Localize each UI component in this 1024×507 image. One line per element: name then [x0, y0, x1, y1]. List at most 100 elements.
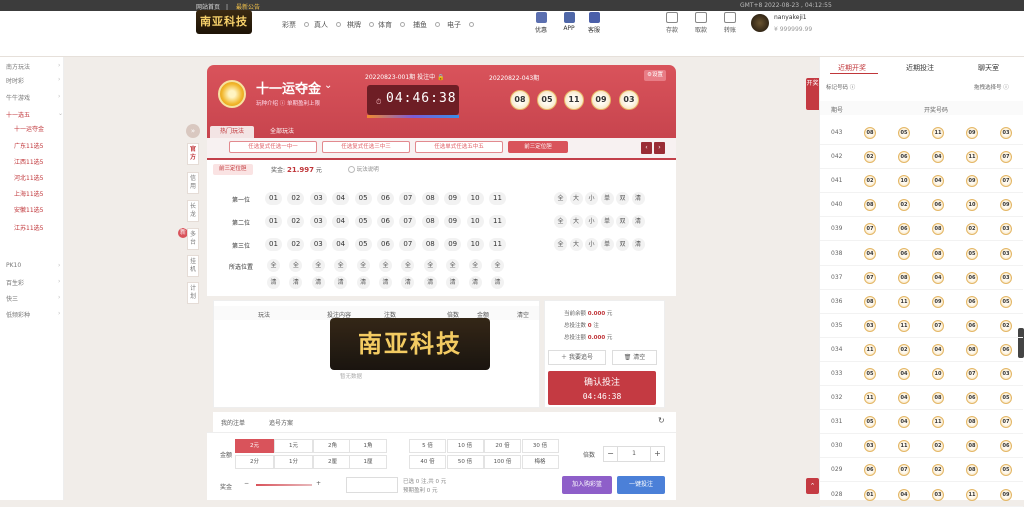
number-ball[interactable]: 07 — [399, 215, 417, 228]
number-ball[interactable]: 06 — [377, 192, 394, 205]
sidebar-item-11[interactable]: PK10 › — [6, 262, 60, 269]
sidebar-item-2[interactable]: 牛牛游戏 › — [6, 93, 60, 102]
logo[interactable]: 南亚科技 — [196, 10, 252, 34]
number-ball[interactable]: 05 — [354, 192, 372, 205]
add-to-cart-button[interactable]: 加入购彩篮 — [562, 476, 612, 494]
position-all-2[interactable]: 全 — [311, 259, 325, 272]
multiplier-option-4[interactable]: 40 倍 — [409, 455, 446, 469]
unit-option-7[interactable]: 1厘 — [349, 455, 387, 469]
quick-select-0[interactable]: 全 — [554, 215, 567, 228]
sidebar-item-14[interactable]: 低频彩种 › — [6, 310, 60, 319]
number-ball[interactable]: 06 — [377, 238, 394, 251]
unit-option-1[interactable]: 1元 — [274, 439, 313, 453]
position-all-0[interactable]: 全 — [267, 259, 280, 272]
nav-item-2[interactable]: 棋牌 — [347, 20, 361, 30]
unit-option-6[interactable]: 2厘 — [313, 455, 352, 469]
collapse-icon[interactable]: » — [186, 124, 200, 138]
cart-col-5[interactable]: 清空 — [517, 310, 529, 319]
multiplier-option-5[interactable]: 50 倍 — [446, 455, 484, 469]
position-clear-2[interactable]: 清 — [311, 276, 325, 289]
position-clear-9[interactable]: 清 — [468, 276, 482, 289]
tab-chase-plan[interactable]: 追号方案 — [269, 418, 293, 427]
unit-option-2[interactable]: 2角 — [313, 439, 352, 453]
chevron-down-icon[interactable]: ⌄ — [324, 80, 332, 91]
vtab-4[interactable]: 挂机 — [187, 255, 199, 277]
confirm-bet-button[interactable]: 确认投注 04:46:38 — [548, 371, 656, 405]
subtab-4[interactable]: 前三定位胆 — [508, 141, 568, 153]
wallet-transfer-button[interactable]: 转账 — [720, 12, 740, 34]
subtab-3[interactable]: 任选单式任选五中五 — [415, 141, 503, 153]
quick-select-1[interactable]: 大 — [569, 215, 583, 228]
nav-item-0[interactable]: 彩票 — [282, 20, 296, 30]
sidebar-item-13[interactable]: 快三 › — [6, 294, 60, 303]
number-ball[interactable]: 01 — [265, 238, 282, 251]
position-all-7[interactable]: 全 — [423, 259, 437, 272]
chase-button[interactable]: ＋ 我要追号 — [548, 350, 606, 365]
sidebar-item-5[interactable]: 广东11选5 — [14, 141, 43, 150]
unit-option-5[interactable]: 1分 — [274, 455, 313, 469]
quick-select-0[interactable]: 全 — [554, 192, 567, 205]
sidebar-item-10[interactable]: 江苏11选5 — [14, 223, 43, 232]
multiplier-option-3[interactable]: 30 倍 — [521, 439, 559, 453]
number-ball[interactable]: 04 — [332, 238, 350, 251]
header-chat-button[interactable]: 客服 — [583, 12, 605, 34]
quick-select-5[interactable]: 清 — [631, 215, 645, 228]
number-ball[interactable]: 11 — [489, 215, 506, 228]
multiplier-option-0[interactable]: 5 倍 — [409, 439, 446, 453]
number-ball[interactable]: 02 — [287, 192, 305, 205]
sidebar-item-4[interactable]: 十一运夺金 — [14, 124, 44, 133]
settings-button[interactable]: ⚙设置 — [644, 70, 666, 81]
number-ball[interactable]: 08 — [421, 215, 439, 228]
nav-item-3[interactable]: 体育 — [378, 20, 392, 30]
position-clear-7[interactable]: 清 — [423, 276, 437, 289]
number-ball[interactable]: 01 — [265, 215, 282, 228]
wallet-withdraw-button[interactable]: 取款 — [691, 12, 711, 34]
vtab-1[interactable]: 信用 — [187, 172, 199, 194]
number-ball[interactable]: 10 — [466, 192, 484, 205]
number-ball[interactable]: 03 — [309, 238, 327, 251]
wallet-deposit-button[interactable]: 存款 — [662, 12, 682, 34]
mark-numbers-select[interactable]: 标记号码 ⓘ — [826, 83, 855, 91]
unit-option-4[interactable]: 2分 — [235, 455, 274, 469]
multiplier-option-1[interactable]: 10 倍 — [446, 439, 484, 453]
number-ball[interactable]: 09 — [444, 215, 462, 228]
nav-item-5[interactable]: 电子 — [447, 20, 461, 30]
vtab-5[interactable]: 计划 — [187, 282, 199, 304]
tab-hot[interactable]: 热门玩法 — [210, 126, 255, 138]
vtab-3[interactable]: 多台 — [187, 228, 199, 250]
number-ball[interactable]: 04 — [332, 192, 350, 205]
quick-select-1[interactable]: 大 — [569, 192, 583, 205]
position-all-10[interactable]: 全 — [491, 259, 504, 272]
quick-select-4[interactable]: 双 — [616, 238, 629, 251]
number-ball[interactable]: 09 — [444, 192, 462, 205]
tab-recent-draws[interactable]: 近期开奖 — [838, 63, 866, 73]
sidebar-item-0[interactable]: 南方玩法 › — [6, 62, 60, 71]
bonus-plus-icon[interactable]: + — [316, 480, 321, 487]
sidebar-item-12[interactable]: 百生彩 › — [6, 278, 60, 287]
quick-select-2[interactable]: 小 — [585, 192, 598, 205]
tab-my-orders[interactable]: 我的注单 — [221, 418, 245, 427]
next-arrow-icon[interactable]: › — [654, 142, 665, 154]
clear-button[interactable]: 🗑 清空 — [612, 350, 657, 365]
header-phone-button[interactable]: APP — [558, 12, 580, 32]
tab-chat[interactable]: 聊天室 — [978, 63, 999, 73]
position-clear-10[interactable]: 清 — [491, 276, 504, 289]
tab-all[interactable]: 全部玩法 — [260, 126, 304, 138]
sidebar-item-8[interactable]: 上海11选5 — [14, 189, 43, 198]
number-ball[interactable]: 03 — [309, 215, 327, 228]
quick-select-3[interactable]: 单 — [600, 238, 614, 251]
draws-side-tag[interactable]: 开奖 — [806, 78, 819, 110]
drag-select[interactable]: 拖拽选择号 ⓘ — [974, 83, 1009, 91]
number-ball[interactable]: 05 — [354, 238, 372, 251]
number-ball[interactable]: 03 — [309, 192, 327, 205]
times-stepper[interactable]: − 1 + — [603, 446, 665, 462]
number-ball[interactable]: 08 — [421, 192, 439, 205]
position-clear-5[interactable]: 清 — [379, 276, 392, 289]
number-ball[interactable]: 08 — [421, 238, 439, 251]
number-ball[interactable]: 05 — [354, 215, 372, 228]
number-ball[interactable]: 01 — [265, 192, 282, 205]
number-ball[interactable]: 07 — [399, 192, 417, 205]
multiplier-option-2[interactable]: 20 倍 — [484, 439, 521, 453]
quick-select-0[interactable]: 全 — [554, 238, 567, 251]
vtab-0[interactable]: 官方 — [187, 143, 199, 165]
